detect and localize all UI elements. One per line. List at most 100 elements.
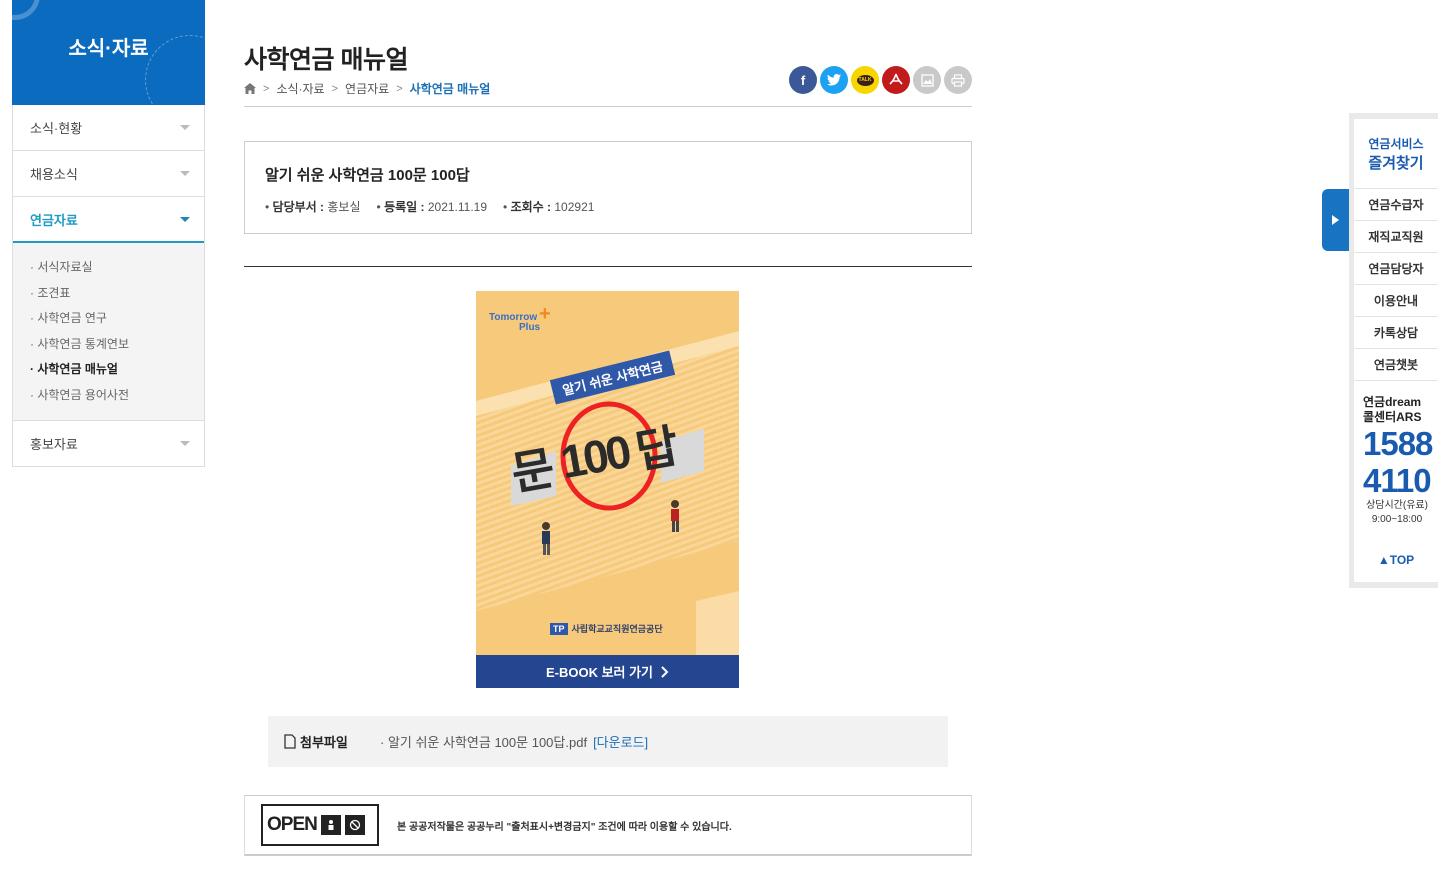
- quick-item-chatbot[interactable]: 연금챗봇: [1354, 349, 1438, 381]
- headline-right: 답: [631, 419, 683, 479]
- ebook-cover-link[interactable]: Tomorrow Plus + 알기 쉬운 사학연금 문 100 답 TP 사립…: [476, 291, 739, 688]
- header-decoration: [145, 35, 205, 105]
- share-bar: f TALK: [789, 66, 972, 94]
- quick-menu-toggle[interactable]: [1322, 189, 1349, 251]
- pdf-icon[interactable]: [882, 66, 910, 94]
- submenu-item-glossary[interactable]: · 사학연금 용어사전: [30, 385, 187, 411]
- no-derivatives-icon: [344, 815, 365, 835]
- headline-number: 100: [556, 425, 633, 489]
- sidebar-item-label: 채용소식: [30, 167, 78, 182]
- page-title: 사학연금 매뉴얼: [244, 46, 408, 74]
- quick-item-employees[interactable]: 재직교직원: [1354, 221, 1438, 253]
- quick-item-guide[interactable]: 이용안내: [1354, 285, 1438, 317]
- twitter-icon[interactable]: [820, 66, 848, 94]
- meta-department: • 담당부서 : 홍보실: [265, 200, 361, 214]
- kakaotalk-label: TALK: [856, 74, 874, 86]
- submenu-item-forms[interactable]: · 서식자료실: [30, 257, 187, 283]
- quick-item-pensioners[interactable]: 연금수급자: [1354, 189, 1438, 221]
- sidebar-item-news-status[interactable]: 소식·현황: [13, 105, 204, 151]
- ars-hours-label: 상담시간(유료): [1366, 500, 1428, 511]
- content-divider: [244, 266, 972, 267]
- ars-number-1: 1588: [1363, 425, 1433, 462]
- sidebar-item-pension-materials[interactable]: 연금자료: [13, 197, 204, 243]
- publisher-logo: TP: [550, 622, 568, 635]
- sidebar-header: 소식·자료: [12, 0, 205, 105]
- breadcrumb-item[interactable]: 연금자료: [345, 80, 389, 97]
- ebook-view-label: E-BOOK 보러 가기: [545, 665, 654, 680]
- post-meta: • 담당부서 : 홍보실 • 등록일 : 2021.11.19 • 조회수 : …: [265, 198, 951, 215]
- ars-title-1: 연금dream: [1363, 395, 1422, 409]
- meta-date: • 등록일 : 2021.11.19: [376, 200, 488, 214]
- post-header: 알기 쉬운 사학연금 100문 100답 • 담당부서 : 홍보실 • 등록일 …: [244, 141, 972, 234]
- quick-header-line2: 즐겨찾기: [1368, 154, 1424, 172]
- scroll-top-button[interactable]: ▲TOP: [1354, 553, 1438, 567]
- license-text: 본 공공저작물은 공공누리 "출처표시+변경금지" 조건에 따라 이용할 수 있…: [397, 821, 732, 833]
- attribution-icon: [320, 815, 341, 835]
- breadcrumb-separator: >: [263, 82, 270, 95]
- sidebar-submenu: · 서식자료실 · 조견표 · 사학연금 연구 · 사학연금 통계연보 · 사학…: [13, 243, 204, 421]
- title-divider: [244, 106, 972, 107]
- breadcrumb: > 소식·자료 > 연금자료 > 사학연금 매뉴얼: [244, 80, 490, 97]
- chevron-down-icon: [180, 441, 190, 446]
- publisher-name: 사립학교교직원연금공단: [571, 624, 663, 634]
- plus-icon: +: [539, 303, 551, 325]
- ars-number-2: 4110: [1363, 462, 1432, 499]
- meta-views-label: 조회수 :: [510, 200, 552, 214]
- sidebar-item-label: 홍보자료: [30, 437, 78, 452]
- breadcrumb-current: 사학연금 매뉴얼: [409, 82, 491, 96]
- kogl-open-text: OPEN: [267, 814, 318, 835]
- chevron-down-icon: [180, 125, 190, 130]
- brand-plus: Plus: [519, 322, 541, 333]
- quick-menu: 연금서비스 즐겨찾기 연금수급자 재직교직원 연금담당자 이용안내 카톡상담 연…: [1349, 113, 1438, 588]
- call-center-info: 연금dream 콜센터ARS 1588 4110 상담시간(유료) 9:00~1…: [1354, 381, 1438, 527]
- chevron-down-icon: [180, 171, 190, 176]
- facebook-icon[interactable]: f: [789, 66, 817, 94]
- play-arrow-icon: [1332, 215, 1339, 225]
- attachment-bar: 첨부파일 · 알기 쉬운 사학연금 100문 100답.pdf [다운로드]: [268, 716, 948, 767]
- left-sidebar: 소식·자료 소식·현황 채용소식 연금자료 · 서식자료실 · 조견표 · 사학…: [12, 0, 205, 467]
- submenu-item-tables[interactable]: · 조견표: [30, 283, 187, 309]
- sidebar-item-promotion[interactable]: 홍보자료: [13, 421, 204, 467]
- ars-title-2: 콜센터ARS: [1363, 410, 1422, 424]
- breadcrumb-separator: >: [331, 82, 339, 95]
- sidebar-menu: 소식·현황 채용소식 연금자료 · 서식자료실 · 조견표 · 사학연금 연구 …: [12, 105, 205, 467]
- kogl-open-license-badge: OPEN: [261, 804, 379, 846]
- attachment-label-text: 첨부파일: [300, 735, 348, 750]
- attachment-label: 첨부파일: [284, 732, 380, 751]
- meta-date-value: 2021.11.19: [427, 200, 488, 214]
- submenu-item-research[interactable]: · 사학연금 연구: [30, 308, 187, 334]
- chevron-down-icon: [180, 216, 190, 222]
- quick-header-line1: 연금서비스: [1368, 136, 1424, 151]
- ebook-view-button[interactable]: E-BOOK 보러 가기: [476, 655, 739, 688]
- meta-department-label: 담당부서 :: [272, 200, 325, 214]
- download-link[interactable]: [다운로드]: [593, 732, 648, 751]
- chevron-right-icon: [661, 665, 669, 678]
- submenu-item-statistics[interactable]: · 사학연금 통계연보: [30, 334, 187, 360]
- sidebar-item-recruitment[interactable]: 채용소식: [13, 151, 204, 197]
- home-icon[interactable]: [244, 83, 256, 94]
- sidebar-item-label: 연금자료: [30, 212, 78, 228]
- quick-menu-header: 연금서비스 즐겨찾기: [1354, 119, 1438, 189]
- meta-views-value: 102921: [554, 200, 595, 214]
- quick-item-kakao-consult[interactable]: 카톡상담: [1354, 317, 1438, 349]
- meta-department-value: 홍보실: [327, 200, 361, 214]
- file-icon: [284, 734, 296, 749]
- breadcrumb-item[interactable]: 소식·자료: [276, 80, 324, 97]
- sidebar-item-label: 소식·현황: [30, 121, 83, 136]
- quick-item-officers[interactable]: 연금담당자: [1354, 253, 1438, 285]
- ebook-brand: Tomorrow Plus: [489, 313, 540, 333]
- meta-views: • 조회수 : 102921: [503, 200, 595, 214]
- quick-menu-panel: 연금서비스 즐겨찾기 연금수급자 재직교직원 연금담당자 이용안내 카톡상담 연…: [1354, 119, 1438, 582]
- print-icon[interactable]: [944, 66, 972, 94]
- sidebar-title: 소식·자료: [68, 38, 149, 60]
- ebook-publisher: TP 사립학교교직원연금공단: [550, 622, 663, 635]
- post-title: 알기 쉬운 사학연금 100문 100답: [265, 167, 470, 184]
- header-decoration: [12, 0, 40, 20]
- breadcrumb-separator: >: [396, 82, 403, 95]
- kakaotalk-icon[interactable]: TALK: [851, 66, 879, 94]
- image-save-icon[interactable]: [913, 66, 941, 94]
- attachment-filename[interactable]: · 알기 쉬운 사학연금 100문 100답.pdf: [380, 732, 587, 751]
- submenu-item-manual[interactable]: · 사학연금 매뉴얼: [30, 359, 187, 385]
- ars-hours: 9:00~18:00: [1371, 514, 1423, 525]
- meta-date-label: 등록일 :: [384, 200, 425, 214]
